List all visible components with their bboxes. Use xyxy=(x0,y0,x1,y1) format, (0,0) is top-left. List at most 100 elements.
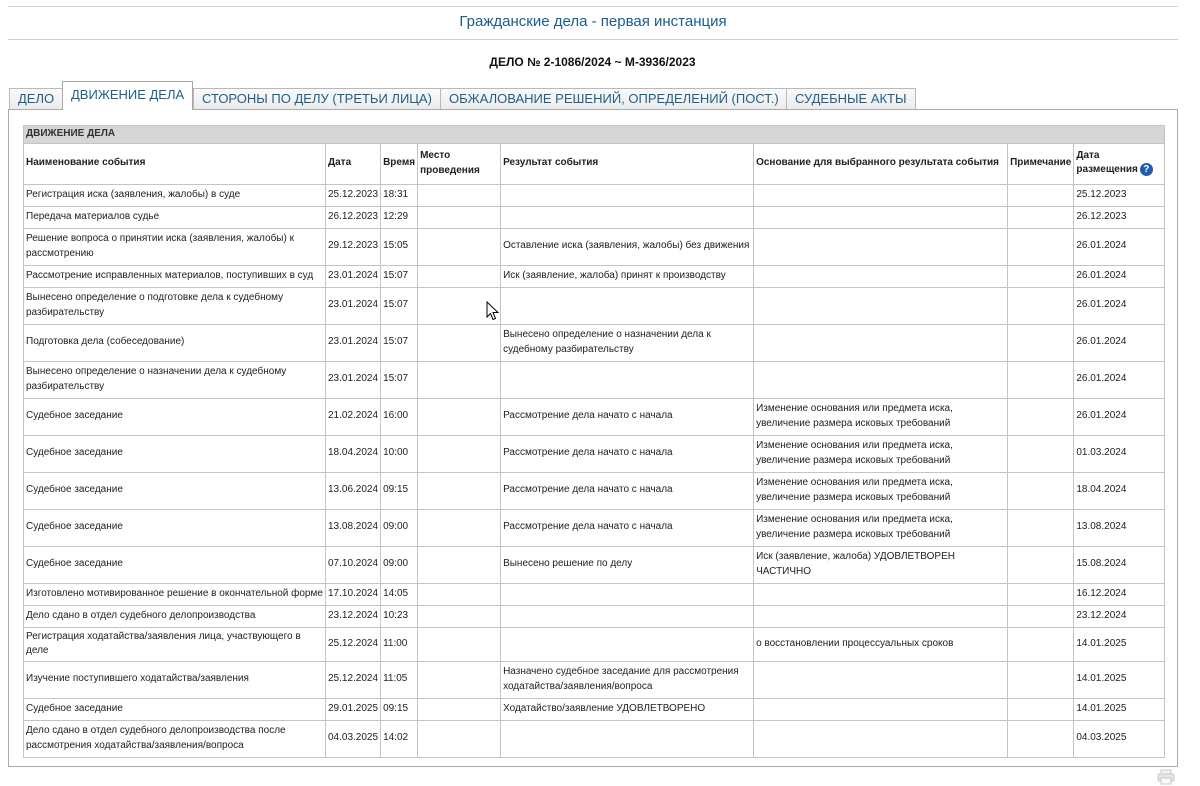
case-number: ДЕЛО № 2-1086/2024 ~ М-3936/2023 xyxy=(489,55,696,69)
cell-date: 29.01.2025 xyxy=(324,697,382,721)
table-row: Судебное заседание 18.04.2024 10:00 Рассмот… xyxy=(23,434,1166,473)
header-event: Наименование события xyxy=(23,142,326,185)
tab-parties[interactable]: СТОРОНЫ ПО ДЕЛУ (ТРЕТЬИ ЛИЦА) xyxy=(193,88,441,109)
cell-posted: 15.08.2024 xyxy=(1073,545,1166,584)
cell-time: 14:05 xyxy=(380,582,419,606)
cell-result: Вынесено решение по делу xyxy=(500,545,755,584)
cell-place xyxy=(417,360,502,399)
table-row: Дело сдано в отдел судебного делопроизво… xyxy=(23,604,1166,628)
table-row: Изготовлено мотивированное решение в око… xyxy=(23,582,1166,606)
cell-date: 23.01.2024 xyxy=(324,264,382,288)
cell-note xyxy=(1007,471,1075,510)
cell-note xyxy=(1007,582,1075,606)
cell-place xyxy=(417,582,502,606)
cell-time: 15:07 xyxy=(380,323,419,362)
cell-basis xyxy=(753,360,1009,399)
cell-place xyxy=(417,719,502,758)
cell-event: Судебное заседание xyxy=(23,545,326,584)
cell-note xyxy=(1007,227,1075,266)
cell-note xyxy=(1007,434,1075,473)
cell-date: 29.12.2023 xyxy=(324,227,382,266)
cell-note xyxy=(1007,286,1075,325)
cell-posted: 26.01.2024 xyxy=(1073,323,1166,362)
cell-event: Судебное заседание xyxy=(23,434,326,473)
table-row: Вынесено определение о назначении дела к… xyxy=(23,360,1166,399)
page-title: Гражданские дела - первая инстанция xyxy=(459,13,727,30)
cell-date: 25.12.2024 xyxy=(324,660,382,699)
cell-place xyxy=(417,264,502,288)
table-row: Регистрация ходатайства/заявления лица, … xyxy=(23,626,1166,662)
cell-posted: 16.12.2024 xyxy=(1073,582,1166,606)
cell-posted: 01.03.2024 xyxy=(1073,434,1166,473)
cell-event: Решение вопроса о принятии иска (заявлен… xyxy=(23,227,326,266)
cell-time: 12:29 xyxy=(380,205,419,229)
cell-event: Судебное заседание xyxy=(23,508,326,547)
cell-date: 13.08.2024 xyxy=(324,508,382,547)
cell-posted: 13.08.2024 xyxy=(1073,508,1166,547)
table-row: Передача материалов судье 26.12.2023 12:29… xyxy=(23,205,1166,229)
cell-date: 17.10.2024 xyxy=(324,582,382,606)
cell-result xyxy=(500,183,755,207)
cell-date: 21.02.2024 xyxy=(324,397,382,436)
cell-event: Изучение поступившего ходатайства/заявле… xyxy=(23,660,326,699)
question-circle-icon[interactable]: ? xyxy=(1139,163,1153,177)
tab-case-movement[interactable]: ДВИЖЕНИЕ ДЕЛА xyxy=(62,81,194,110)
cell-basis xyxy=(753,604,1009,628)
case-movement-table-wrap: ДВИЖЕНИЕ ДЕЛА Наименование события Дата … xyxy=(22,125,1166,758)
cell-event: Судебное заседание xyxy=(23,697,326,721)
tab-case[interactable]: ДЕЛО xyxy=(9,88,64,109)
header-date: Дата xyxy=(324,142,382,185)
cell-date: 23.01.2024 xyxy=(324,360,382,399)
cell-note xyxy=(1007,660,1075,699)
cell-time: 09:15 xyxy=(380,471,419,510)
header-posted-label: Дата размещения xyxy=(1076,149,1138,176)
cell-date: 26.12.2023 xyxy=(324,205,382,229)
cell-basis xyxy=(753,323,1009,362)
cell-event: Дело сдано в отдел судебного делопроизво… xyxy=(23,719,326,758)
cell-result xyxy=(500,604,755,628)
cell-note xyxy=(1007,626,1075,662)
cell-place xyxy=(417,227,502,266)
cell-time: 10:23 xyxy=(380,604,419,628)
table-row: Судебное заседание 21.02.2024 16:00 Рассмот… xyxy=(23,397,1166,436)
cell-result: Назначено судебное заседание для рассмот… xyxy=(500,660,755,699)
cell-date: 18.04.2024 xyxy=(324,434,382,473)
cell-event: Передача материалов судье xyxy=(23,205,326,229)
cell-posted: 26.01.2024 xyxy=(1073,227,1166,266)
cell-date: 23.01.2024 xyxy=(324,286,382,325)
cell-result: Вынесено определение о назначении дела к… xyxy=(500,323,755,362)
cell-time: 15:07 xyxy=(380,360,419,399)
table-row: Судебное заседание 13.06.2024 09:15 Рассмот… xyxy=(23,471,1166,510)
cell-note xyxy=(1007,183,1075,207)
header-result: Результат события xyxy=(500,142,755,185)
cell-time: 10:00 xyxy=(380,434,419,473)
cell-place xyxy=(417,697,502,721)
cell-event: Дело сдано в отдел судебного делопроизво… xyxy=(23,604,326,628)
cell-basis xyxy=(753,183,1009,207)
tab-appeals[interactable]: ОБЖАЛОВАНИЕ РЕШЕНИЙ, ОПРЕДЕЛЕНИЙ (ПОСТ.) xyxy=(440,88,788,109)
cell-place xyxy=(417,434,502,473)
cell-note xyxy=(1007,604,1075,628)
tab-court-acts[interactable]: СУДЕБНЫЕ АКТЫ xyxy=(786,88,916,109)
cell-place xyxy=(417,604,502,628)
table-row: Рассмотрение исправленных материалов, по… xyxy=(23,264,1166,288)
tab-panel: ДВИЖЕНИЕ ДЕЛА Наименование события Дата … xyxy=(8,109,1178,767)
cell-result xyxy=(500,360,755,399)
cell-basis xyxy=(753,264,1009,288)
cell-result: Ходатайство/заявление УДОВЛЕТВОРЕНО xyxy=(500,697,755,721)
cell-basis xyxy=(753,205,1009,229)
cell-note xyxy=(1007,545,1075,584)
header-note: Примечание xyxy=(1007,142,1075,185)
printer-icon[interactable] xyxy=(1157,769,1175,785)
table-row: Судебное заседание 07.10.2024 09:00 Вынесен… xyxy=(23,545,1166,584)
cell-time: 18:31 xyxy=(380,183,419,207)
cell-place xyxy=(417,626,502,662)
cell-basis xyxy=(753,697,1009,721)
cell-place xyxy=(417,660,502,699)
cell-note xyxy=(1007,360,1075,399)
header-posted: Дата размещения? xyxy=(1073,142,1166,185)
table-row: Регистрация иска (заявления, жалобы) в с… xyxy=(23,183,1166,207)
cell-place xyxy=(417,183,502,207)
cell-date: 07.10.2024 xyxy=(324,545,382,584)
cell-event: Изготовлено мотивированное решение в око… xyxy=(23,582,326,606)
